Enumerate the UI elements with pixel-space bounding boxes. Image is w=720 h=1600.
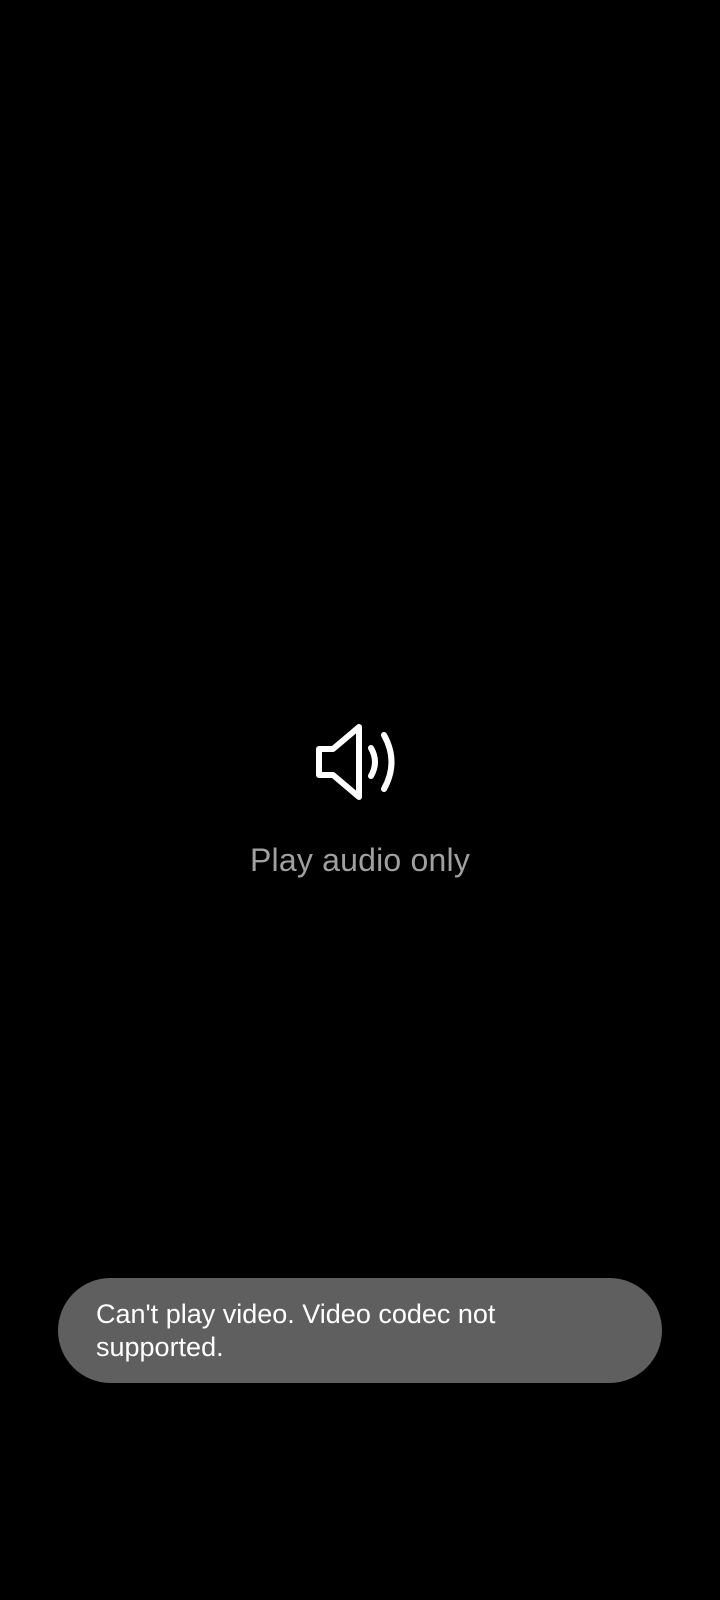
play-audio-only-button[interactable]: Play audio only [0, 722, 720, 879]
play-audio-only-label: Play audio only [249, 842, 471, 878]
speaker-volume-icon [316, 724, 395, 800]
toast-message: Can't play video. Video codec not suppor… [58, 1278, 662, 1383]
video-player-screen: Play audio only Can't play video. Video … [0, 0, 720, 1600]
